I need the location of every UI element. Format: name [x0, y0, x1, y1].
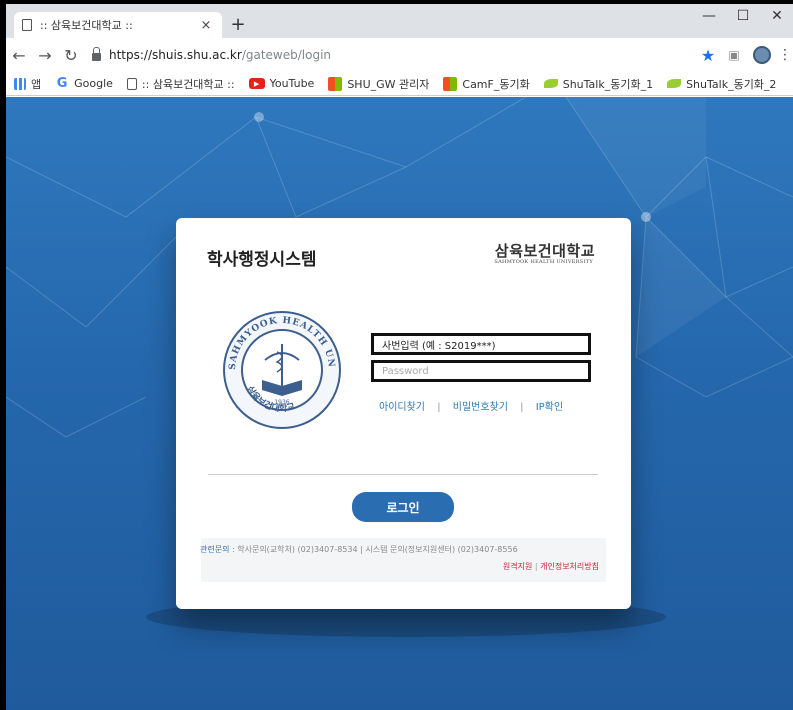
- contact-text: : 학사문의(교학처) (02)3407-8534 | 시스템 문의(정보지원센…: [229, 545, 518, 554]
- university-logo-text: 삼육보건대학교: [494, 242, 595, 260]
- bookmark-youtube[interactable]: ▶ YouTube: [248, 77, 315, 90]
- divider: [208, 474, 598, 475]
- login-card: 학사행정시스템 삼육보건대학교 SAHMYOOK HEALTH UNIVERSI…: [176, 218, 631, 609]
- bookmark-google[interactable]: G Google: [55, 76, 113, 91]
- bookmark-label: :: 삼육보건대학교 ::: [141, 77, 235, 91]
- link-separator: |: [520, 402, 524, 413]
- tab-close-icon[interactable]: ×: [198, 18, 214, 33]
- url-path: /gateweb/login: [241, 48, 332, 62]
- find-id-link[interactable]: 아이디찾기: [379, 402, 425, 413]
- privacy-policy-link[interactable]: 개인정보처리방침: [540, 562, 599, 571]
- contact-info: 관련문의 : 학사문의(교학처) (02)3407-8534 | 시스템 문의(…: [200, 544, 518, 555]
- document-icon: [126, 77, 137, 90]
- tab-strip: :: 삼육보건대학교 :: × + — ☐ ✕: [6, 4, 793, 38]
- bookmark-label: SHU_GW 관리자: [347, 77, 430, 91]
- password-input[interactable]: [371, 360, 591, 382]
- minimize-button[interactable]: —: [694, 8, 724, 24]
- profile-avatar[interactable]: [753, 46, 771, 64]
- address-bar[interactable]: https://shuis.shu.ac.kr/gateweb/login: [88, 42, 687, 68]
- seal-year: 1936: [274, 399, 289, 406]
- new-tab-button[interactable]: +: [228, 14, 248, 35]
- university-seal-icon: SAHMYOOK HEALTH UNIVERSITY 삼육보건대학교 1936: [217, 308, 341, 429]
- find-password-link[interactable]: 비밀번호찾기: [453, 402, 508, 413]
- forward-arrow-icon[interactable]: →: [32, 46, 58, 65]
- footer-separator: |: [532, 562, 541, 571]
- reload-icon[interactable]: ↻: [58, 46, 84, 65]
- link-separator: |: [437, 402, 441, 413]
- leaf-icon: [667, 79, 682, 88]
- system-title: 학사행정시스템: [207, 250, 317, 270]
- menu-kebab-icon[interactable]: ⋮: [777, 47, 793, 63]
- maximize-button[interactable]: ☐: [728, 8, 758, 24]
- bookmark-shutalk-1[interactable]: ShuTalk_동기화_1: [543, 76, 654, 92]
- apps-icon: [14, 77, 26, 90]
- bookmark-shutalk-2[interactable]: ShuTalk_동기화_2: [667, 76, 776, 92]
- bookmark-label: CamF_동기화: [462, 77, 530, 91]
- back-arrow-icon[interactable]: ←: [6, 46, 32, 65]
- youtube-icon: ▶: [248, 78, 265, 89]
- google-icon: G: [56, 76, 68, 91]
- bookmark-shu-gw[interactable]: SHU_GW 관리자: [328, 76, 429, 92]
- remote-support-link[interactable]: 원격지원: [503, 562, 532, 571]
- tab-title: :: 삼육보건대학교 ::: [40, 19, 133, 32]
- lock-icon: [92, 47, 101, 61]
- browser-toolbar: ← → ↻ https://shuis.shu.ac.kr/gateweb/lo…: [6, 38, 793, 72]
- bookmark-apps[interactable]: 앱: [14, 76, 41, 92]
- extension-icon[interactable]: ▣: [721, 48, 747, 62]
- site-icon: [328, 76, 343, 91]
- account-links: 아이디찾기 | 비밀번호찾기 | IP확인: [379, 398, 563, 413]
- url-host: https://shuis.shu.ac.kr: [109, 48, 242, 62]
- support-links: 원격지원 | 개인정보처리방침: [503, 561, 599, 572]
- browser-window: :: 삼육보건대학교 :: × + — ☐ ✕ ← → ↻ https://sh…: [6, 4, 793, 710]
- close-window-button[interactable]: ✕: [762, 8, 792, 24]
- bookmark-label: ShuTalk_동기화_1: [562, 77, 654, 91]
- university-english-name: SAHMYOOK HEALTH UNIVERSITY: [494, 259, 593, 265]
- bookmark-star-icon[interactable]: ★: [695, 46, 721, 65]
- bookmark-label: YouTube: [269, 77, 315, 90]
- ip-check-link[interactable]: IP확인: [536, 402, 563, 413]
- document-icon: [22, 19, 32, 31]
- bookmarks-bar: 앱 G Google :: 삼육보건대학교 :: ▶ YouTube SHU_GW …: [6, 72, 793, 96]
- bookmark-label: 앱: [31, 77, 42, 91]
- browser-tab[interactable]: :: 삼육보건대학교 :: ×: [14, 12, 222, 38]
- bookmark-label: Google: [74, 77, 113, 90]
- login-button[interactable]: 로그인: [352, 492, 454, 522]
- employee-id-input[interactable]: [371, 333, 591, 355]
- bookmark-camf[interactable]: CamF_동기화: [443, 76, 530, 92]
- bookmark-label: ShuTalk_동기화_2: [686, 77, 777, 91]
- site-icon: [443, 76, 458, 91]
- login-page: 학사행정시스템 삼육보건대학교 SAHMYOOK HEALTH UNIVERSI…: [6, 97, 793, 710]
- contact-label: 관련문의: [200, 545, 230, 554]
- leaf-icon: [543, 79, 558, 88]
- bookmark-shu[interactable]: :: 삼육보건대학교 ::: [126, 76, 235, 92]
